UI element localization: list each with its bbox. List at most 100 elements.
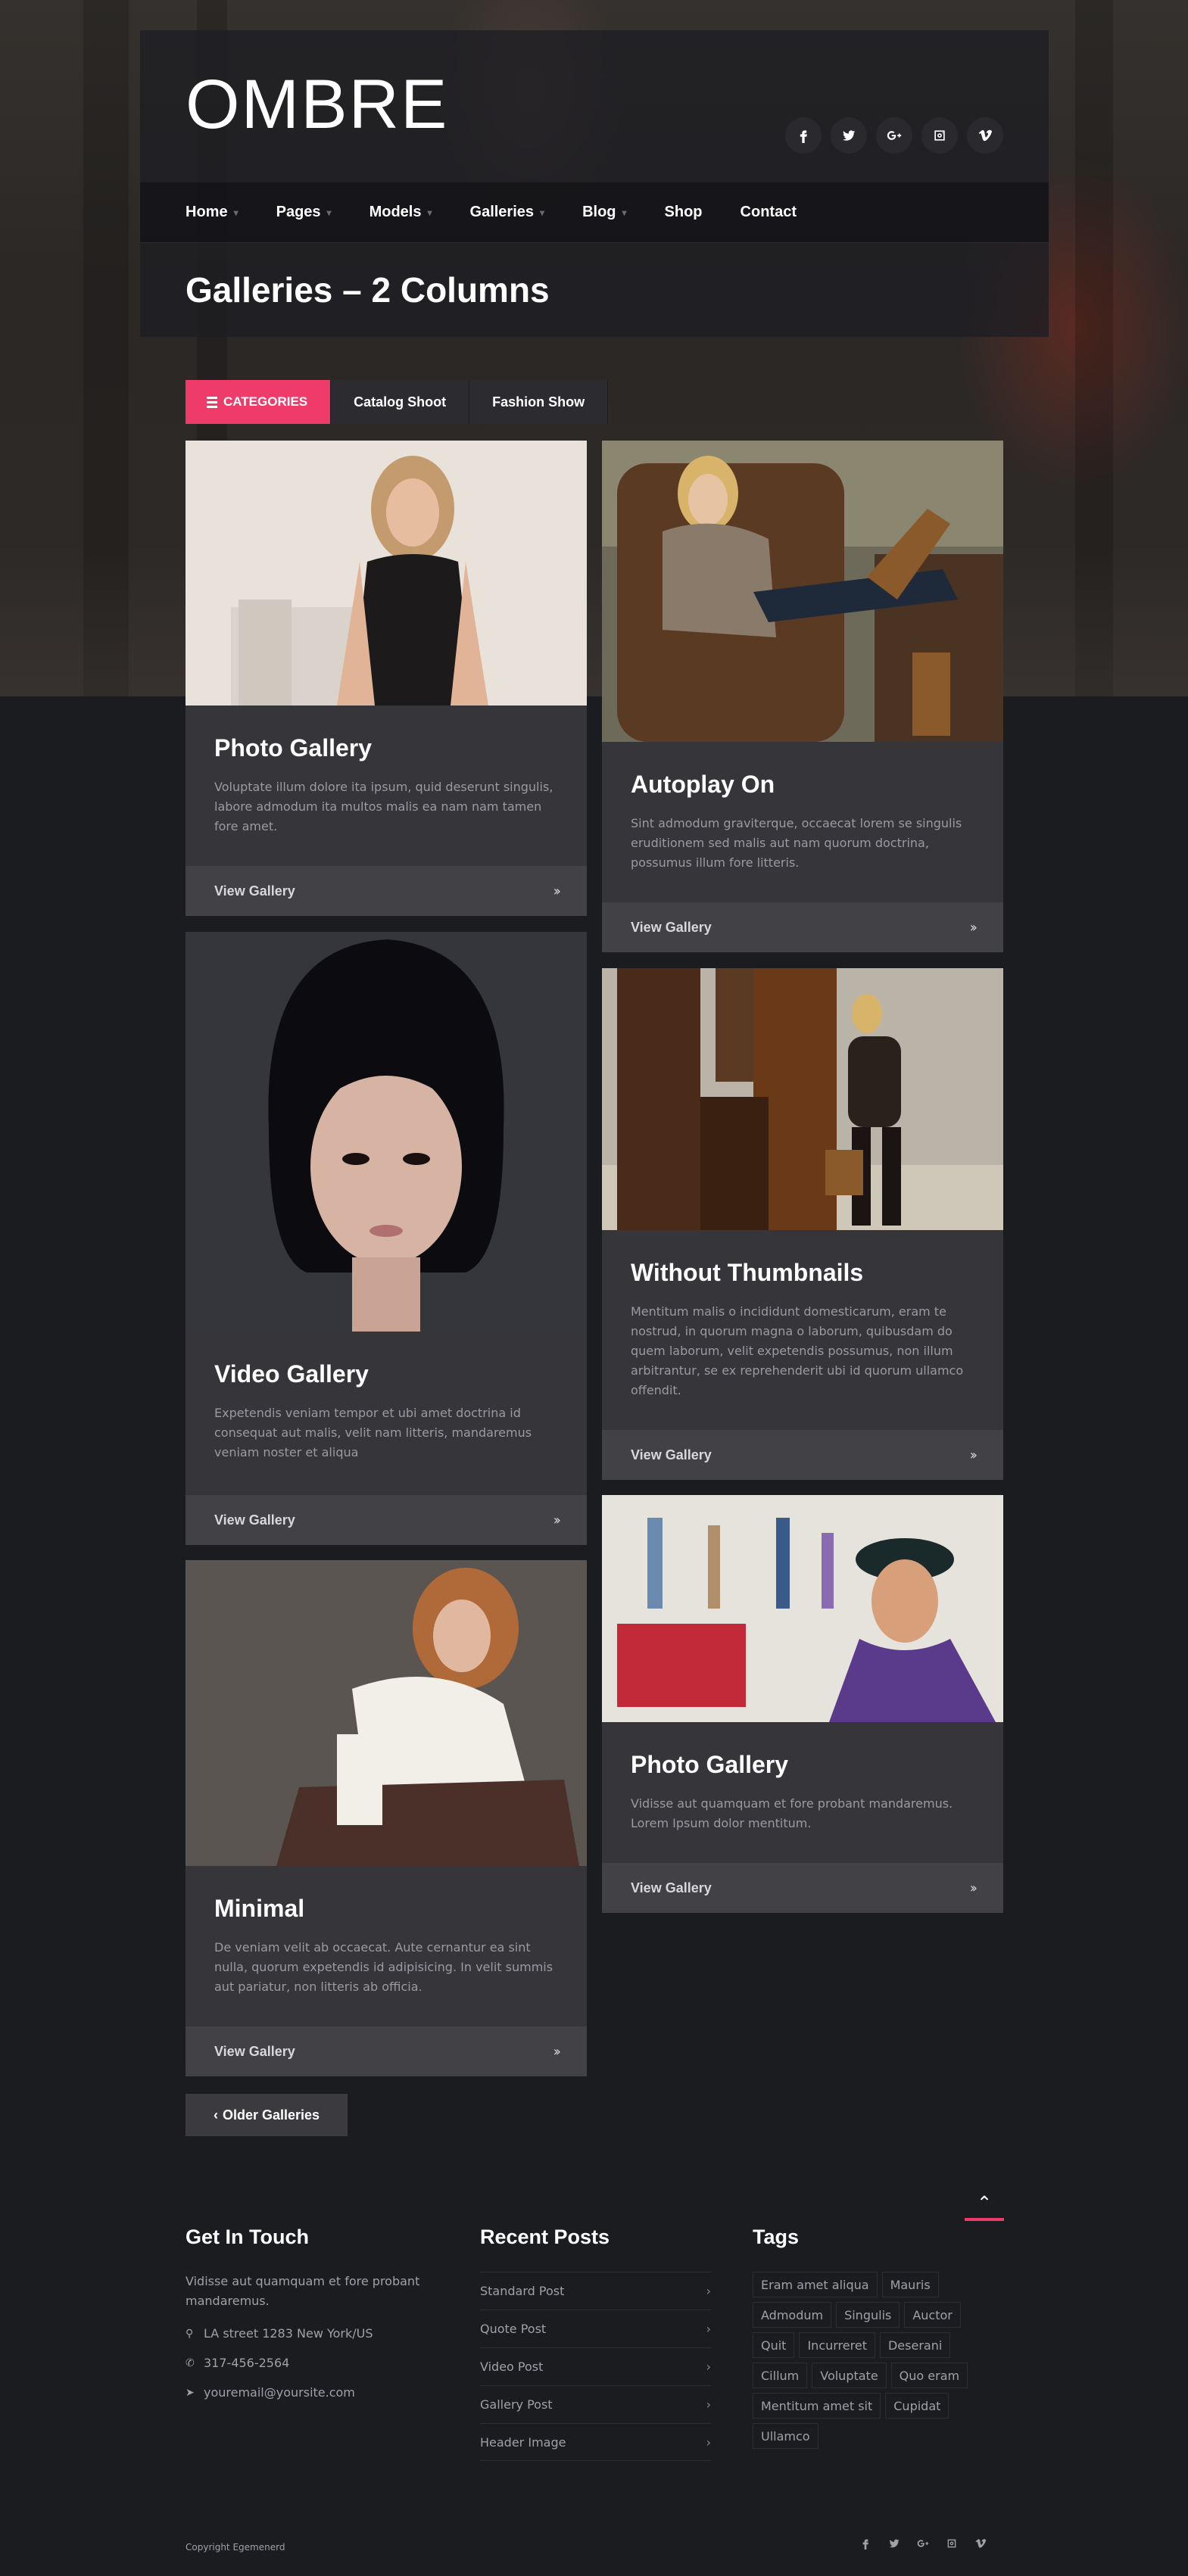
tag-link[interactable]: Mentitum amet sit: [753, 2393, 881, 2419]
nav-item-models[interactable]: Models ▾: [369, 204, 432, 221]
card-title[interactable]: Minimal: [214, 1895, 558, 1923]
card-title[interactable]: Autoplay On: [631, 771, 974, 799]
site-logo[interactable]: OMBRE: [186, 70, 448, 139]
card-description: Sint admodum graviterque, occaecat lorem…: [631, 816, 962, 870]
footer-recent-posts: Recent Posts Standard Post › Quote Post › …: [480, 2226, 711, 2461]
card-title[interactable]: Photo Gallery: [214, 734, 558, 762]
gallery-thumbnail[interactable]: [186, 441, 587, 706]
view-gallery-link[interactable]: View Gallery ››: [186, 1495, 587, 1545]
gallery-thumbnail[interactable]: [186, 1560, 587, 1866]
filter-catalog-shoot[interactable]: Catalog Shoot: [331, 380, 470, 424]
header-container: OMBRE Home ▾ Pages ▾ Models ▾ Galleries ▾ Bl…: [140, 30, 1049, 337]
view-gallery-link[interactable]: View Gallery ››: [602, 902, 1003, 952]
footer-tags: Tags Eram amet aliqua Mauris Admodum Sin…: [753, 2226, 995, 2449]
chevron-right-icon: ›: [706, 2322, 711, 2336]
chevron-right-icon: ›: [706, 2397, 711, 2412]
vimeo-icon[interactable]: [974, 2537, 987, 2550]
facebook-icon[interactable]: [785, 117, 822, 154]
gallery-thumbnail[interactable]: [186, 932, 587, 1332]
tag-link[interactable]: Mauris: [881, 2272, 939, 2297]
card-description: De veniam velit ab occaecat. Aute cernan…: [214, 1940, 553, 1994]
tag-link[interactable]: Ullamco: [753, 2423, 819, 2449]
back-to-top-button[interactable]: ⌃: [965, 2188, 1004, 2221]
chevron-right-icon: ›: [706, 2360, 711, 2374]
view-gallery-link[interactable]: View Gallery ››: [602, 1863, 1003, 1913]
card-title[interactable]: Video Gallery: [214, 1360, 558, 1388]
filter-fashion-show[interactable]: Fashion Show: [469, 380, 609, 424]
footer-title: Get In Touch: [186, 2226, 309, 2248]
filter-categories[interactable]: CATEGORIES: [186, 380, 332, 424]
tag-link[interactable]: Quo eram: [890, 2363, 968, 2388]
nav-item-shop[interactable]: Shop: [665, 204, 703, 221]
card-description: Expetendis veniam tempor et ubi amet doc…: [214, 1406, 532, 1459]
chevron-down-icon: ▾: [427, 207, 432, 218]
contact-phone: ✆ 317-456-2564: [186, 2356, 290, 2370]
instagram-icon[interactable]: [946, 2537, 958, 2550]
card-description: Vidisse aut quamquam et fore probant man…: [631, 1796, 953, 1830]
tag-link[interactable]: Cupidat: [885, 2393, 949, 2419]
footer-title: Recent Posts: [480, 2226, 610, 2248]
gallery-thumbnail[interactable]: [602, 441, 1003, 742]
older-galleries-button[interactable]: ‹ Older Galleries: [186, 2094, 348, 2136]
recent-post-link[interactable]: Quote Post ›: [480, 2310, 711, 2347]
chevron-down-icon: ▾: [622, 207, 627, 218]
contact-email[interactable]: ➤ youremail@yoursite.com: [186, 2385, 443, 2400]
map-marker-icon: ⚲: [186, 2327, 194, 2340]
nav-item-galleries[interactable]: Galleries ▾: [470, 204, 545, 221]
nav-item-blog[interactable]: Blog ▾: [582, 204, 626, 221]
gallery-card: Photo Gallery Voluptate illum dolore ita…: [186, 441, 587, 916]
view-gallery-link[interactable]: View Gallery ››: [602, 1430, 1003, 1480]
card-title[interactable]: Photo Gallery: [631, 1751, 974, 1779]
gallery-card: Without Thumbnails Mentitum malis o inci…: [602, 968, 1003, 1480]
twitter-icon[interactable]: [888, 2537, 900, 2550]
chevron-down-icon: ▾: [326, 207, 332, 218]
footer-get-in-touch: Get In Touch Vidisse aut quamquam et for…: [186, 2226, 443, 2400]
tag-link[interactable]: Admodum: [753, 2302, 832, 2328]
page-title-bar: Galleries – 2 Columns: [140, 242, 1049, 337]
nav-item-contact[interactable]: Contact: [741, 204, 797, 221]
gallery-thumbnail[interactable]: [602, 1495, 1003, 1722]
double-chevron-right-icon: ››: [553, 2043, 562, 2060]
double-chevron-right-icon: ››: [969, 919, 978, 936]
tag-link[interactable]: Deserani: [879, 2332, 951, 2358]
tag-link[interactable]: Eram amet aliqua: [753, 2272, 878, 2297]
paper-plane-icon: ➤: [186, 2386, 195, 2399]
double-chevron-right-icon: ››: [553, 883, 562, 899]
google-plus-icon[interactable]: [876, 117, 912, 154]
page-title: Galleries – 2 Columns: [186, 270, 550, 310]
nav-item-home[interactable]: Home ▾: [186, 204, 239, 221]
twitter-icon[interactable]: [831, 117, 867, 154]
tag-cloud: Eram amet aliqua Mauris Admodum Singulis…: [753, 2272, 995, 2449]
header-social: [785, 117, 1003, 154]
tag-link[interactable]: Singulis: [836, 2302, 900, 2328]
card-description: Voluptate illum dolore ita ipsum, quid d…: [214, 780, 553, 833]
chevron-up-icon: ⌃: [976, 2192, 993, 2213]
tag-link[interactable]: Incurreret: [799, 2332, 875, 2358]
copyright: Copyright Egemenerd: [186, 2542, 285, 2553]
footer-text: Vidisse aut quamquam et fore probant man…: [186, 2274, 420, 2308]
recent-post-link[interactable]: Header Image ›: [480, 2423, 711, 2461]
tag-link[interactable]: Cillum: [753, 2363, 808, 2388]
contact-address: ⚲ LA street 1283 New York/US: [186, 2326, 373, 2341]
gallery-thumbnail[interactable]: [602, 968, 1003, 1230]
recent-post-link[interactable]: Standard Post ›: [480, 2272, 711, 2310]
double-chevron-right-icon: ››: [969, 1880, 978, 1896]
recent-post-link[interactable]: Video Post ›: [480, 2347, 711, 2385]
recent-post-link[interactable]: Gallery Post ›: [480, 2385, 711, 2423]
card-description: Mentitum malis o incididunt domesticarum…: [631, 1304, 964, 1397]
nav-item-pages[interactable]: Pages ▾: [276, 204, 332, 221]
double-chevron-right-icon: ››: [553, 1512, 562, 1528]
tag-link[interactable]: Quit: [753, 2332, 795, 2358]
tag-link[interactable]: Voluptate: [812, 2363, 887, 2388]
tag-link[interactable]: Auctor: [904, 2302, 961, 2328]
facebook-icon[interactable]: [859, 2537, 872, 2550]
view-gallery-link[interactable]: View Gallery ››: [186, 866, 587, 916]
vimeo-icon[interactable]: [967, 117, 1003, 154]
double-chevron-right-icon: ››: [969, 1447, 978, 1463]
card-title[interactable]: Without Thumbnails: [631, 1259, 974, 1287]
instagram-icon[interactable]: [921, 117, 958, 154]
google-plus-icon[interactable]: [917, 2537, 929, 2550]
chevron-down-icon: ▾: [233, 207, 239, 218]
view-gallery-link[interactable]: View Gallery ››: [186, 2026, 587, 2076]
main-nav: Home ▾ Pages ▾ Models ▾ Galleries ▾ Blog ▾ Sh…: [140, 182, 1049, 242]
